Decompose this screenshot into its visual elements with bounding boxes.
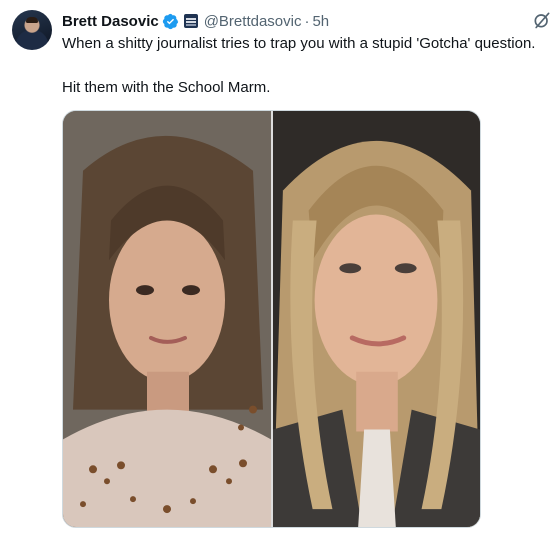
media-grid[interactable] <box>62 110 481 528</box>
media-photo-right[interactable] <box>273 111 480 527</box>
timestamp[interactable]: 5h <box>312 13 329 30</box>
tweet-text-line-1: When a shitty journalist tries to trap y… <box>62 35 536 52</box>
author-handle[interactable]: @Brettdasovic <box>204 13 302 30</box>
tweet-text: When a shitty journalist tries to trap y… <box>62 34 554 98</box>
tweet[interactable]: Brett Dasovic @Brettdasovic · 5h When a … <box>0 0 560 537</box>
separator-dot: · <box>304 12 310 30</box>
author-name[interactable]: Brett Dasovic <box>62 13 159 30</box>
affiliation-badge-icon[interactable] <box>183 14 198 28</box>
tweet-text-line-2: Hit them with the School Marm. <box>62 79 271 96</box>
tweet-header: Brett Dasovic @Brettdasovic · 5h <box>62 11 329 31</box>
portrait-left-graphic <box>63 111 271 527</box>
grok-icon[interactable] <box>532 10 552 30</box>
avatar-hair <box>26 17 38 23</box>
portrait-right-graphic <box>273 111 480 527</box>
avatar[interactable] <box>12 10 52 50</box>
media-photo-left[interactable] <box>63 111 271 527</box>
verified-badge-icon <box>162 13 178 29</box>
